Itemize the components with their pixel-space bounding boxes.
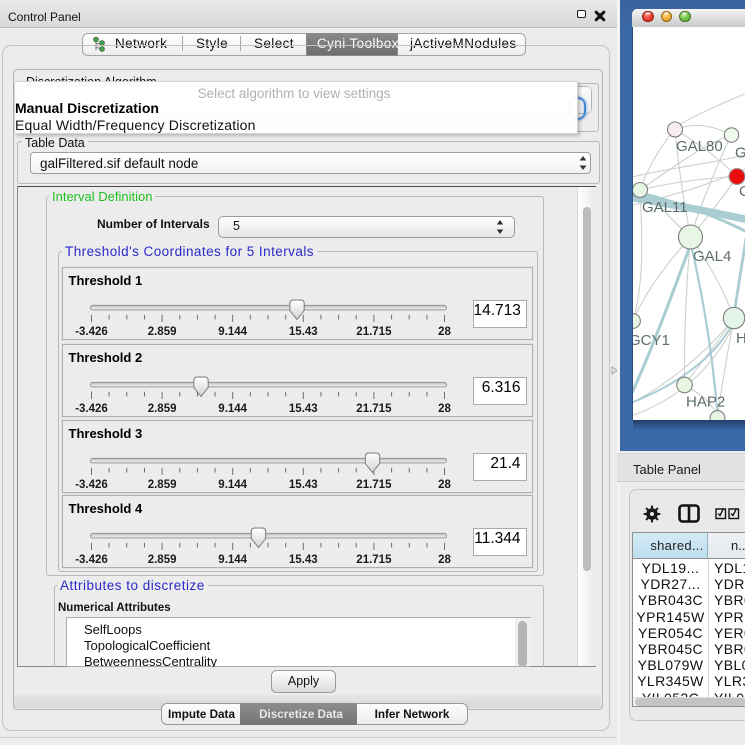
svg-text:GAL80: GAL80 — [676, 138, 723, 155]
svg-text:GA: GA — [735, 145, 745, 162]
svg-text:-3.426: -3.426 — [75, 479, 108, 491]
svg-text:HAP2: HAP2 — [686, 394, 725, 411]
svg-text:21.715: 21.715 — [356, 479, 392, 491]
svg-text:9.144: 9.144 — [218, 326, 247, 338]
svg-text:GCY1: GCY1 — [633, 332, 670, 349]
svg-text:9.144: 9.144 — [218, 554, 247, 566]
svg-text:2.859: 2.859 — [147, 554, 176, 566]
svg-text:2.859: 2.859 — [147, 403, 176, 415]
svg-text:9.144: 9.144 — [218, 479, 247, 491]
svg-text:-3.426: -3.426 — [75, 554, 108, 566]
svg-text:15.43: 15.43 — [288, 479, 317, 491]
svg-text:2.859: 2.859 — [147, 479, 176, 491]
svg-text:21.715: 21.715 — [356, 403, 392, 415]
svg-text:28: 28 — [438, 326, 451, 338]
svg-text:-3.426: -3.426 — [75, 403, 108, 415]
svg-text:9.144: 9.144 — [218, 403, 247, 415]
svg-text:28: 28 — [438, 479, 451, 491]
svg-text:28: 28 — [438, 403, 451, 415]
svg-text:15.43: 15.43 — [288, 403, 317, 415]
svg-text:21.715: 21.715 — [356, 326, 392, 338]
svg-text:C: C — [739, 183, 745, 200]
svg-text:15.43: 15.43 — [288, 326, 317, 338]
svg-text:15.43: 15.43 — [288, 554, 317, 566]
svg-text:H: H — [736, 330, 745, 347]
svg-text:-3.426: -3.426 — [75, 326, 108, 338]
svg-text:28: 28 — [438, 554, 451, 566]
svg-text:2.859: 2.859 — [147, 326, 176, 338]
svg-text:21.715: 21.715 — [356, 554, 392, 566]
svg-text:GAL4: GAL4 — [693, 248, 731, 265]
svg-text:GAL11: GAL11 — [642, 199, 688, 216]
